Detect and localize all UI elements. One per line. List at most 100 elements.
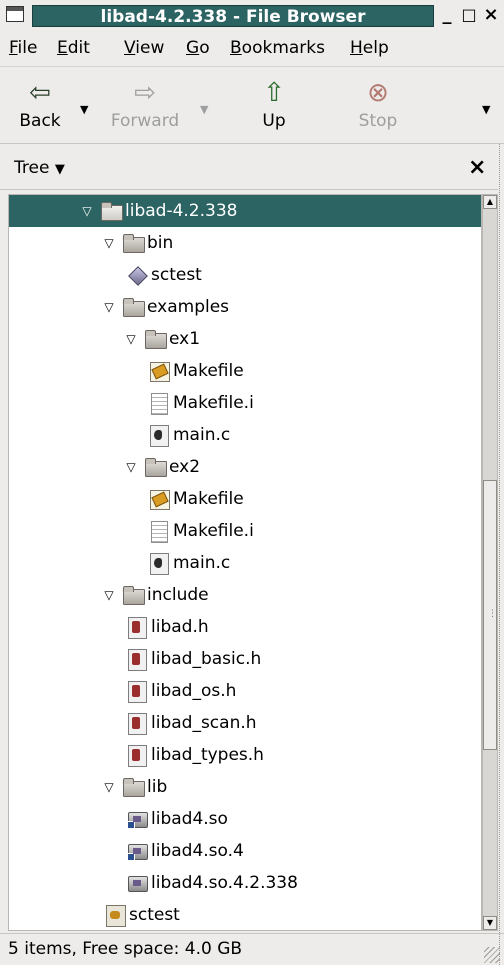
maximize-button[interactable]: □ bbox=[458, 3, 480, 27]
tree-row[interactable]: ▽ ex1 bbox=[9, 323, 481, 355]
shared-library-icon bbox=[127, 873, 148, 893]
text-file-icon bbox=[149, 393, 169, 415]
chevron-down-icon: ▼ bbox=[54, 162, 65, 177]
tree-row[interactable]: libad.h bbox=[9, 611, 481, 643]
forward-history-dropdown[interactable]: ▼ bbox=[200, 103, 208, 116]
pane-resize-handle[interactable] bbox=[499, 144, 504, 965]
tree-view[interactable]: ▽ libad-4.2.338 ▽ bin sctest ▽ examples ▽ ex1 Mak… bbox=[8, 194, 482, 931]
folder-icon bbox=[123, 297, 145, 317]
back-button[interactable]: ⇦ Back bbox=[0, 77, 80, 131]
tree-row[interactable]: sctest bbox=[9, 259, 481, 291]
stop-button[interactable]: ⊗ Stop bbox=[338, 77, 418, 131]
tree-row[interactable]: libad_scan.h bbox=[9, 707, 481, 739]
side-pane-selector[interactable]: Tree ▼ bbox=[14, 158, 65, 178]
script-icon bbox=[105, 905, 126, 927]
tree-expander[interactable]: ▽ bbox=[123, 323, 139, 355]
tree-row[interactable]: libad4.so.4 bbox=[9, 835, 481, 867]
side-pane-selector-label: Tree bbox=[14, 158, 50, 178]
window-menu-icon[interactable] bbox=[6, 6, 24, 22]
tree-row[interactable]: ▽ lib bbox=[9, 771, 481, 803]
tree-row[interactable]: ▽ examples bbox=[9, 291, 481, 323]
c-header-icon bbox=[127, 617, 147, 639]
tree-expander[interactable]: ▽ bbox=[101, 291, 117, 323]
tree-row[interactable]: libad4.so.4.2.338 bbox=[9, 867, 481, 899]
menu-go-label: o bbox=[199, 38, 210, 58]
forward-label: Forward bbox=[110, 111, 180, 131]
tree-row[interactable]: libad_basic.h bbox=[9, 643, 481, 675]
stop-label: Stop bbox=[358, 111, 398, 131]
tree-row[interactable]: Makefile.i bbox=[9, 515, 481, 547]
arrow-left-icon: ⇦ bbox=[29, 78, 51, 108]
menu-bookmarks[interactable]: Bookmarks bbox=[230, 38, 325, 58]
folder-icon bbox=[101, 201, 123, 221]
tree-expander[interactable]: ▽ bbox=[123, 451, 139, 483]
window-title: libad-4.2.338 - File Browser bbox=[32, 5, 434, 27]
symlink-badge-icon bbox=[127, 853, 135, 861]
menu-view-label: iew bbox=[135, 38, 165, 58]
menu-edit-label: dit bbox=[67, 38, 90, 58]
tree-row[interactable]: ▽ libad-4.2.338 bbox=[9, 195, 481, 227]
title-bar[interactable]: libad-4.2.338 - File Browser _ □ × bbox=[0, 0, 504, 31]
scroll-up-button[interactable]: ▲ bbox=[483, 195, 497, 209]
text-file-icon bbox=[149, 521, 169, 543]
tree-row[interactable]: Makefile.i bbox=[9, 387, 481, 419]
tree-item-label: libad4.so bbox=[151, 809, 228, 829]
c-header-icon bbox=[127, 649, 147, 671]
arrow-right-icon: ⇨ bbox=[134, 78, 156, 108]
tree-item-label: libad_basic.h bbox=[151, 649, 262, 669]
tree-row[interactable]: ▽ bin bbox=[9, 227, 481, 259]
tree-item-label: libad4.so.4 bbox=[151, 841, 244, 861]
tree-scrollbar[interactable]: ▲ ⋮ ▼ bbox=[482, 194, 498, 931]
tree-expander[interactable]: ▽ bbox=[101, 579, 117, 611]
tree-row[interactable]: main.c bbox=[9, 547, 481, 579]
tree-item-label: ex1 bbox=[169, 329, 201, 349]
scroll-thumb[interactable]: ⋮ bbox=[483, 480, 497, 750]
up-button[interactable]: ⇧ Up bbox=[234, 77, 314, 131]
menu-view[interactable]: View bbox=[124, 38, 164, 58]
folder-icon bbox=[123, 233, 145, 253]
menu-bookmarks-mnemonic: B bbox=[230, 38, 242, 58]
executable-icon bbox=[127, 265, 147, 285]
menu-help-label: elp bbox=[362, 38, 389, 58]
symlink-badge-icon bbox=[127, 821, 135, 829]
tree-item-label: libad-4.2.338 bbox=[125, 201, 238, 221]
close-button[interactable]: × bbox=[480, 3, 502, 27]
toolbar: ⇦ Back ▼ ⇨ Forward ▼ ⇧ Up ⊗ Stop ▼ bbox=[0, 66, 504, 144]
makefile-icon bbox=[149, 361, 170, 382]
tree-row[interactable]: Makefile bbox=[9, 355, 481, 387]
up-label: Up bbox=[262, 111, 286, 131]
forward-button[interactable]: ⇨ Forward bbox=[105, 77, 185, 131]
side-pane-close-button[interactable]: × bbox=[468, 155, 486, 180]
minimize-button[interactable]: _ bbox=[436, 3, 458, 27]
window-resize-grip[interactable] bbox=[484, 947, 500, 963]
toolbar-overflow-dropdown[interactable]: ▼ bbox=[482, 103, 490, 116]
tree-row[interactable]: sctest bbox=[9, 899, 481, 930]
shared-library-link-icon bbox=[127, 809, 148, 829]
tree-expander[interactable]: ▽ bbox=[101, 771, 117, 803]
menu-file[interactable]: File bbox=[9, 38, 37, 58]
tree-item-label: libad.h bbox=[151, 617, 209, 637]
tree-row[interactable]: ▽ ex2 bbox=[9, 451, 481, 483]
back-history-dropdown[interactable]: ▼ bbox=[80, 103, 88, 116]
back-label: Back bbox=[19, 111, 61, 131]
folder-icon bbox=[123, 585, 145, 605]
tree-item-label: Makefile bbox=[173, 361, 244, 381]
tree-row[interactable]: ▽ include bbox=[9, 579, 481, 611]
tree-row[interactable]: libad4.so bbox=[9, 803, 481, 835]
menu-help[interactable]: Help bbox=[350, 38, 389, 58]
tree-row[interactable]: main.c bbox=[9, 419, 481, 451]
tree-row[interactable]: Makefile bbox=[9, 483, 481, 515]
folder-icon bbox=[145, 329, 167, 349]
makefile-icon bbox=[149, 489, 170, 510]
tree-expander[interactable]: ▽ bbox=[101, 227, 117, 259]
tree-expander[interactable]: ▽ bbox=[79, 195, 95, 227]
tree-row[interactable]: libad_types.h bbox=[9, 739, 481, 771]
menu-go[interactable]: Go bbox=[186, 38, 210, 58]
tree-row[interactable]: libad_os.h bbox=[9, 675, 481, 707]
scroll-down-button[interactable]: ▼ bbox=[483, 916, 497, 930]
menu-edit[interactable]: Edit bbox=[57, 38, 90, 58]
grip-icon: ⋮ bbox=[488, 609, 497, 619]
tree-item-label: Makefile.i bbox=[173, 521, 254, 541]
folder-icon bbox=[123, 777, 145, 797]
tree-item-label: main.c bbox=[173, 425, 231, 445]
